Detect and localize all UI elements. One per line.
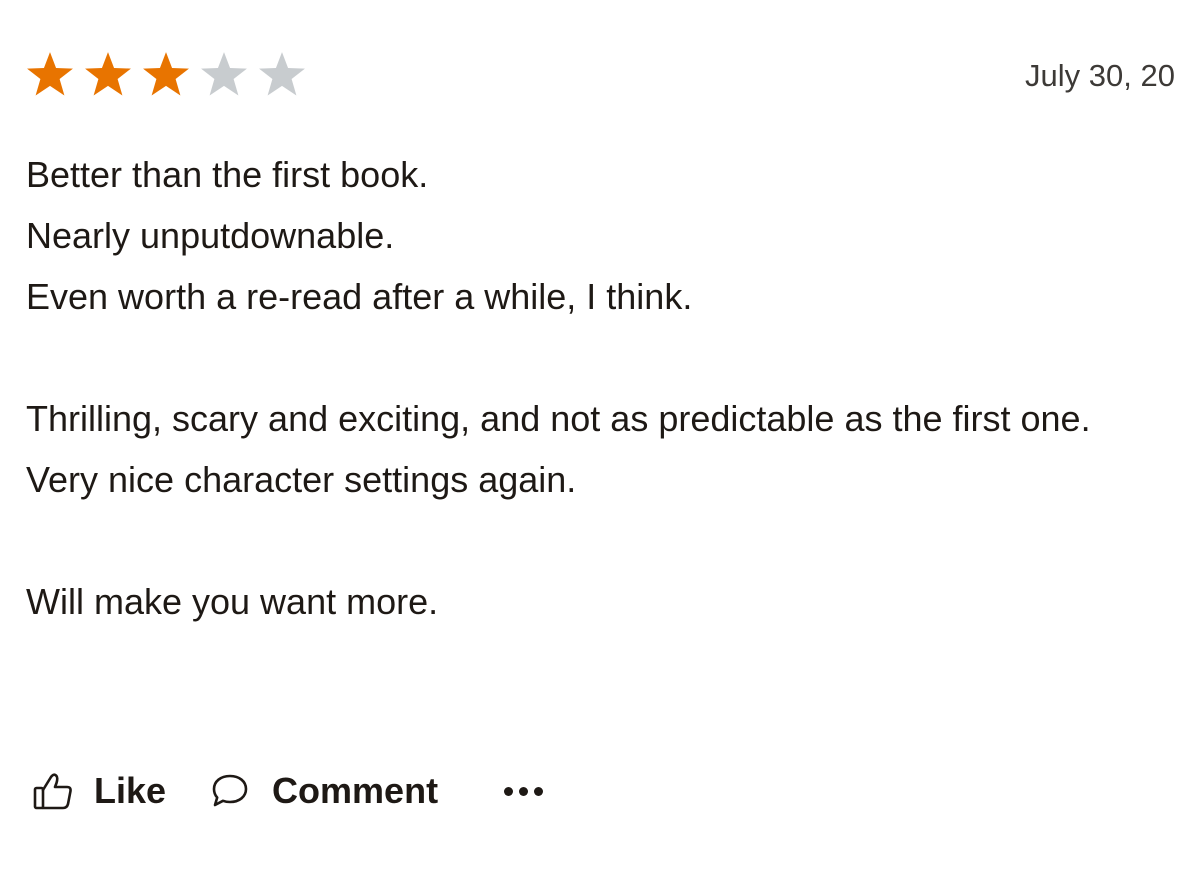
like-label: Like: [94, 770, 167, 811]
star-filled-icon: [143, 52, 189, 96]
review-line: Very nice character settings again.: [26, 459, 577, 500]
review-line: Nearly unputdownable.: [26, 215, 395, 256]
review-actions: Like Comment: [32, 763, 544, 819]
review-line: Even worth a re-read after a while, I th…: [26, 276, 693, 317]
star-empty-icon: [259, 52, 305, 96]
review-line: Thrilling, scary and exciting, and not a…: [26, 398, 1091, 439]
review-body: Better than the first book. Nearly unput…: [26, 144, 1176, 632]
comment-button[interactable]: Comment: [210, 770, 438, 812]
comment-label: Comment: [272, 770, 439, 811]
speech-bubble-icon: [212, 774, 248, 807]
star-empty-icon: [201, 52, 247, 96]
more-options-button[interactable]: [504, 781, 544, 802]
review-line: Will make you want more.: [26, 581, 439, 622]
review-date: July 30, 20: [1025, 58, 1175, 93]
like-button[interactable]: Like: [32, 770, 166, 812]
review-line: Better than the first book.: [26, 154, 429, 195]
star-rating: [24, 50, 308, 98]
star-filled-icon: [27, 52, 73, 96]
star-filled-icon: [85, 52, 131, 96]
thumbs-up-icon: [33, 773, 72, 810]
more-options-icon: [519, 786, 529, 796]
more-options-icon: [504, 786, 514, 796]
more-options-icon: [534, 786, 544, 796]
